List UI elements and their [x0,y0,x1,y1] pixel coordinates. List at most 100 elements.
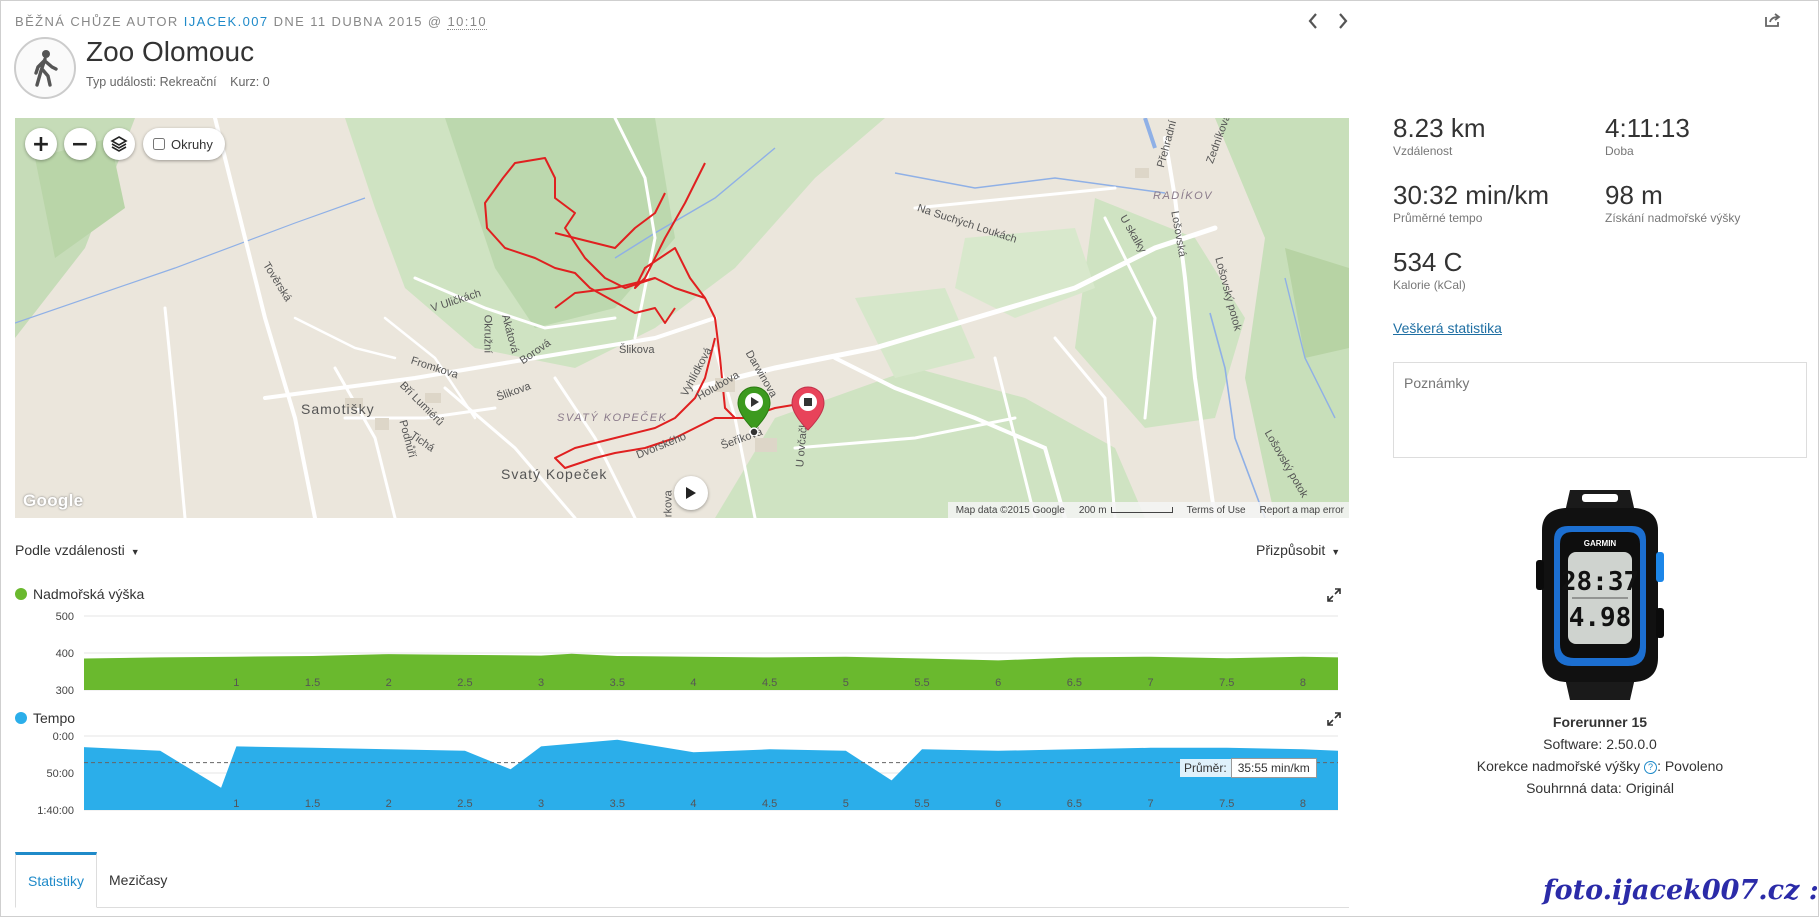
expand-icon[interactable] [1327,712,1341,726]
notes-field[interactable] [1393,362,1807,458]
x-tick-label: 5.5 [914,677,929,689]
x-axis-mode-dropdown[interactable]: Podle vzdálenosti ▼ [15,542,140,558]
y-tick-label: 1:40:00 [37,805,74,817]
x-tick-label: 2 [386,798,392,810]
stat-label: Doba [1605,144,1634,158]
zoom-in-button[interactable]: + [25,128,57,160]
stat-value: 4:11:13 [1605,113,1690,143]
stat-label: Kalorie (kCal) [1393,278,1466,292]
device-elevation-correction: Korekce nadmořské výšky ?: Povoleno [1393,755,1807,777]
device-info: Forerunner 15 Software: 2.50.0.0 Korekce… [1393,711,1807,799]
x-tick-label: 6.5 [1067,677,1082,689]
x-tick-label: 4 [690,677,696,689]
chevron-right-icon[interactable] [1336,10,1350,32]
x-tick-label: 1 [233,798,239,810]
x-tick-label: 7 [1148,798,1154,810]
finish-marker-icon[interactable] [791,386,825,434]
x-tick-label: 3.5 [610,677,625,689]
x-tick-label: 7.5 [1219,798,1234,810]
average-value: 35:55 min/km [1230,758,1317,778]
map-data-credit: Map data ©2015 Google [955,504,1065,516]
zoom-out-button[interactable]: − [64,128,96,160]
walking-icon [14,37,76,99]
tab-splits[interactable]: Mezičasy [97,852,179,908]
tab-bar: Statistiky Mezičasy [15,852,1349,908]
x-tick-label: 1 [233,677,239,689]
x-tick-label: 4.5 [762,677,777,689]
x-tick-label: 3.5 [610,798,625,810]
share-icon[interactable] [1764,12,1784,30]
layers-icon[interactable] [103,128,135,160]
circuits-toggle[interactable]: Okruhy [143,128,225,160]
activity-time[interactable]: 10:10 [447,14,488,30]
x-tick-label: 3 [538,798,544,810]
all-statistics-link[interactable]: Veškerá statistika [1393,320,1502,336]
x-tick-label: 3 [538,677,544,689]
page-title: Zoo Olomouc [86,36,255,67]
elevation-correction-value: : Povoleno [1657,758,1724,774]
x-tick-label: 8 [1300,798,1306,810]
customize-dropdown[interactable]: Přizpůsobit ▼ [1256,542,1340,558]
stat-label: Získání nadmořské výšky [1605,211,1741,225]
y-tick-label: 50:00 [46,768,74,780]
map-label: Šlikova [619,344,655,356]
map-label-town: Svatý Kopeček [501,466,608,482]
x-tick-label: 1.5 [305,677,320,689]
pace-chart-title: Tempo [15,710,75,726]
map-scale-label: 200 m [1078,504,1107,516]
stat-distance: 8.23 km Vzdálenost [1393,113,1486,158]
activity-breadcrumb: BĚŽNÁ CHŮZE AUTOR IJACEK.007 DNE 11 DUBN… [15,14,488,30]
y-tick-label: 300 [56,685,74,697]
report-error-link[interactable]: Report a map error [1260,505,1344,516]
play-button[interactable] [674,476,708,510]
map-attribution: Map data ©2015 Google 200 m Terms of Use… [947,502,1349,518]
help-icon[interactable]: ? [1644,760,1658,774]
x-tick-label: 6.5 [1067,798,1082,810]
map-scale: 200 m [1079,505,1173,516]
circuits-checkbox[interactable] [153,138,165,150]
stat-label: Průměrné tempo [1393,211,1483,225]
chevron-left-icon[interactable] [1306,10,1320,32]
device-screen-time: 28:37 [1561,567,1639,597]
x-tick-label: 6 [995,677,1001,689]
device-brand: GARMIN [1584,539,1617,548]
x-tick-label: 7 [1148,677,1154,689]
activity-map[interactable]: Tověrská V Uličkách Fromkova Borová Šlik… [15,118,1349,518]
y-tick-label: 500 [56,611,74,623]
map-label-district: RADÍKOV [1153,190,1214,202]
x-tick-label: 6 [995,798,1001,810]
author-link[interactable]: IJACEK.007 [184,14,269,29]
device-summary-data: Souhrnná data: Originál [1526,780,1674,796]
stat-label: Vzdálenost [1393,144,1453,158]
pace-title-label: Tempo [33,710,76,726]
elevation-chart[interactable]: 500 400 300 1 1.5 2 2.5 3 3.5 4 4.5 5 5.5 6 6.5 7 7.5 8 [0,600,1349,700]
pace-chart[interactable]: 0:00 50:00 1:40:00 1 1.5 2 2.5 3 3.5 4 4.5 5 5.5 6 6.5… [0,726,1349,826]
x-tick-label: 2.5 [457,798,472,810]
terms-link[interactable]: Terms of Use [1187,505,1246,516]
device-name: Forerunner 15 [1552,714,1648,730]
stat-calories: 534 C Kalorie (kCal) [1393,247,1466,292]
average-pace-badge: Průměr: 35:55 min/km [1180,758,1317,778]
tab-statistics[interactable]: Statistiky [15,852,98,908]
start-marker-icon[interactable] [737,386,771,436]
stat-value: 30:32 min/km [1393,180,1550,210]
y-tick-label: 0:00 [53,731,74,743]
course-info: Kurz: 0 [230,75,270,89]
stat-pace: 30:32 min/km Průměrné tempo [1393,180,1549,225]
activity-date-text: DNE 11 DUBNA 2015 @ [273,14,443,29]
stat-duration: 4:11:13 Doba [1605,113,1690,158]
stat-value: 534 C [1393,247,1463,277]
average-label: Průměr: [1180,759,1231,777]
x-tick-label: 4 [690,798,696,810]
y-tick-label: 400 [56,648,74,660]
x-tick-label: 5 [843,798,849,810]
x-tick-label: 2.5 [457,677,472,689]
device-screen-distance: 4.98 [1569,603,1632,633]
elevation-correction-label: Korekce nadmořské výšky [1476,758,1641,774]
map-canvas [15,118,1349,518]
stat-elevation-gain: 98 m Získání nadmořské výšky [1605,180,1740,225]
x-axis-mode-label: Podle vzdálenosti [15,542,125,558]
activity-type-text: BĚŽNÁ CHŮZE AUTOR [15,14,179,29]
device-software: Software: 2.50.0.0 [1543,736,1657,752]
event-type: Typ události: Rekreační [86,75,217,89]
